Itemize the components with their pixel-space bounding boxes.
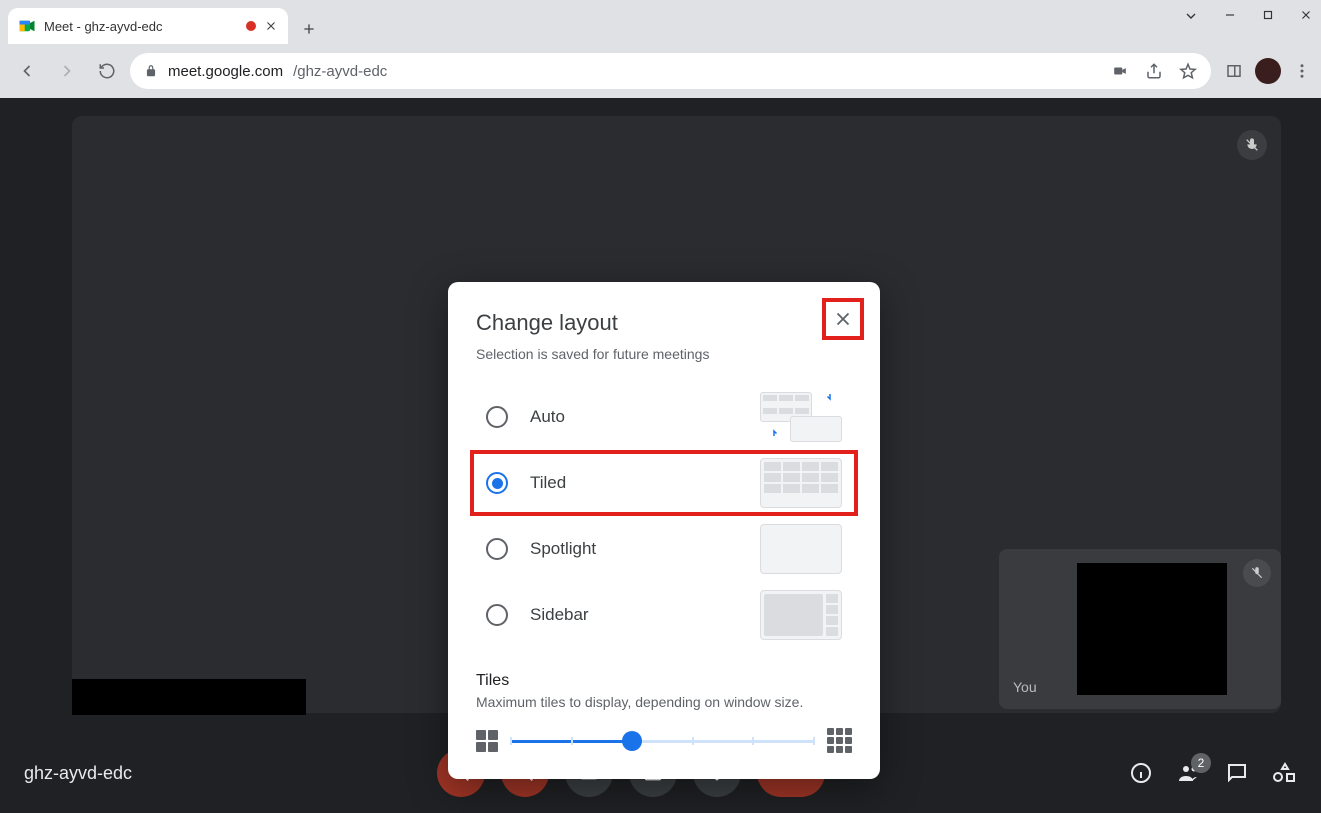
radio-icon bbox=[486, 538, 508, 560]
chat-button[interactable] bbox=[1225, 761, 1249, 785]
tiles-slider-subtitle: Maximum tiles to display, depending on w… bbox=[476, 694, 852, 710]
radio-icon bbox=[486, 406, 508, 428]
browser-tab[interactable]: Meet - ghz-ayvd-edc bbox=[8, 8, 288, 44]
browser-menu-button[interactable] bbox=[1293, 62, 1311, 80]
meeting-details-button[interactable] bbox=[1129, 761, 1153, 785]
window-close-button[interactable] bbox=[1299, 8, 1313, 24]
tab-strip: Meet - ghz-ayvd-edc bbox=[0, 0, 1321, 44]
self-muted-icon bbox=[1243, 559, 1271, 587]
recording-dot-icon bbox=[246, 21, 256, 31]
address-bar[interactable]: meet.google.com/ghz-ayvd-edc bbox=[130, 53, 1211, 89]
tiles-slider-title: Tiles bbox=[476, 672, 852, 690]
participant-muted-icon bbox=[1237, 130, 1267, 160]
tiles-slider[interactable] bbox=[510, 731, 815, 751]
window-minimize-button[interactable] bbox=[1223, 8, 1237, 24]
url-path: /ghz-ayvd-edc bbox=[293, 63, 387, 80]
layout-preview-tiled-icon bbox=[760, 458, 842, 508]
lock-icon bbox=[144, 64, 158, 78]
browser-toolbar: meet.google.com/ghz-ayvd-edc bbox=[0, 44, 1321, 98]
url-host: meet.google.com bbox=[168, 63, 283, 80]
share-icon[interactable] bbox=[1145, 62, 1163, 80]
layout-option-spotlight[interactable]: Spotlight bbox=[476, 516, 852, 582]
camera-indicator-icon[interactable] bbox=[1111, 64, 1129, 78]
layout-option-label: Tiled bbox=[530, 473, 738, 493]
radio-icon bbox=[486, 472, 508, 494]
dialog-title: Change layout bbox=[476, 310, 852, 336]
browser-chrome: Meet - ghz-ayvd-edc meet.google.com/ghz-… bbox=[0, 0, 1321, 98]
meet-app: You ghz-ayvd-edc 2 Change layout Selec bbox=[0, 98, 1321, 813]
name-redacted bbox=[72, 679, 306, 715]
meet-favicon-icon bbox=[18, 17, 36, 35]
window-maximize-button[interactable] bbox=[1261, 8, 1275, 24]
layout-option-sidebar[interactable]: Sidebar bbox=[476, 582, 852, 648]
dialog-subtitle: Selection is saved for future meetings bbox=[476, 346, 852, 362]
tab-search-button[interactable] bbox=[1183, 8, 1199, 24]
layout-option-tiled[interactable]: Tiled bbox=[470, 450, 858, 516]
radio-icon bbox=[486, 604, 508, 626]
meeting-code: ghz-ayvd-edc bbox=[24, 763, 132, 784]
layout-preview-auto-icon bbox=[760, 392, 842, 442]
profile-avatar[interactable] bbox=[1255, 58, 1281, 84]
reload-button[interactable] bbox=[90, 54, 124, 88]
layout-option-label: Spotlight bbox=[530, 539, 738, 559]
window-controls bbox=[1183, 8, 1313, 24]
dialog-close-button[interactable] bbox=[828, 304, 858, 334]
layout-preview-spotlight-icon bbox=[760, 524, 842, 574]
layout-option-label: Auto bbox=[530, 407, 738, 427]
layout-option-label: Sidebar bbox=[530, 605, 738, 625]
back-button[interactable] bbox=[10, 54, 44, 88]
side-panel-icon[interactable] bbox=[1225, 62, 1243, 80]
self-video bbox=[1077, 563, 1227, 695]
participants-count-badge: 2 bbox=[1191, 753, 1211, 773]
annotation-highlight-close bbox=[822, 298, 864, 340]
right-controls: 2 bbox=[1129, 761, 1297, 785]
change-layout-dialog: Change layout Selection is saved for fut… bbox=[448, 282, 880, 779]
slider-thumb[interactable] bbox=[622, 731, 642, 751]
activities-button[interactable] bbox=[1273, 761, 1297, 785]
forward-button[interactable] bbox=[50, 54, 84, 88]
new-tab-button[interactable] bbox=[294, 14, 324, 44]
tiles-min-icon bbox=[476, 730, 498, 752]
self-view[interactable]: You bbox=[999, 549, 1281, 709]
tab-title: Meet - ghz-ayvd-edc bbox=[44, 19, 238, 34]
tiles-max-icon bbox=[827, 728, 852, 753]
layout-option-auto[interactable]: Auto bbox=[476, 384, 852, 450]
layout-preview-sidebar-icon bbox=[760, 590, 842, 640]
self-label: You bbox=[1013, 679, 1037, 695]
bookmark-icon[interactable] bbox=[1179, 62, 1197, 80]
tab-close-button[interactable] bbox=[264, 19, 278, 33]
participants-button[interactable]: 2 bbox=[1177, 761, 1201, 785]
